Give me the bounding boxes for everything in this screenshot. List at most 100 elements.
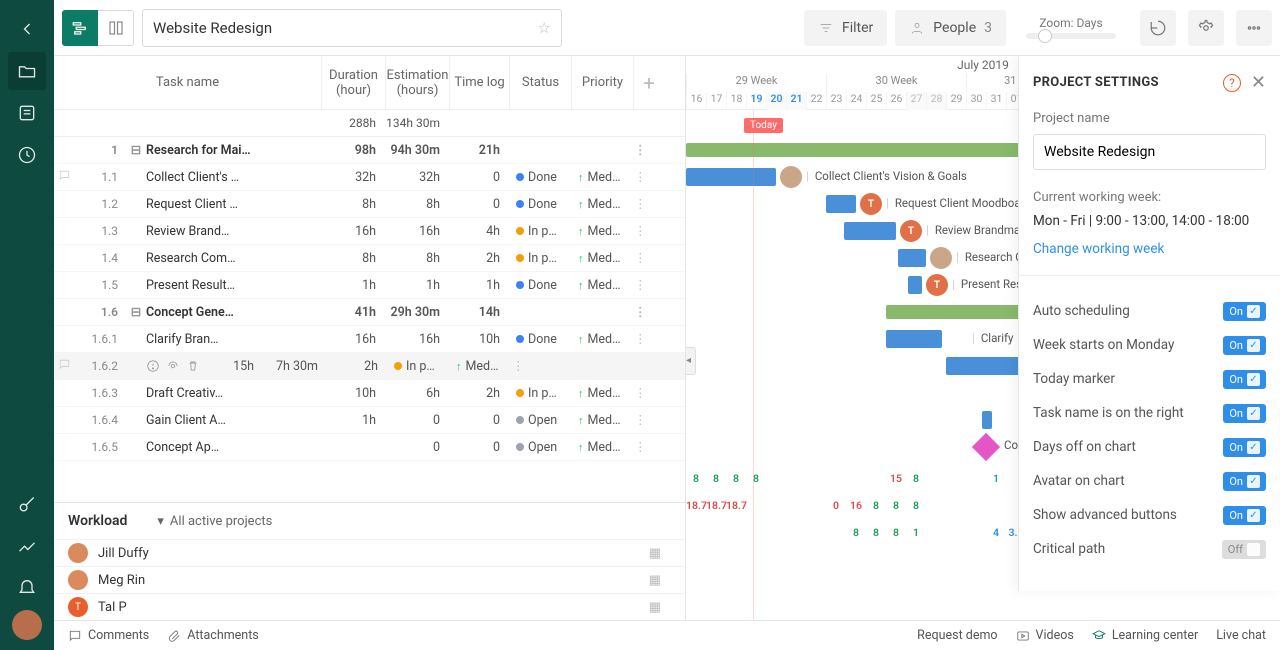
toggle-switch[interactable]: On✓ — [1223, 302, 1266, 321]
calendar-icon[interactable]: ▦ — [649, 600, 661, 615]
assignee-avatar[interactable] — [780, 166, 802, 188]
toggle-switch[interactable]: On✓ — [1223, 472, 1266, 491]
filter-button[interactable]: Filter — [804, 10, 887, 46]
task-status[interactable]: Done — [510, 170, 572, 185]
rail-clock-icon[interactable] — [8, 136, 46, 174]
col-timelog[interactable]: Time log — [450, 56, 510, 109]
footer-videos[interactable]: Videos — [1016, 628, 1074, 643]
calendar-icon[interactable]: ▦ — [649, 573, 661, 588]
row-menu-icon[interactable]: ⋮ — [634, 304, 654, 320]
tree-toggle-icon[interactable]: ⊟ — [126, 142, 146, 158]
task-status[interactable]: Open — [510, 440, 572, 455]
gantt-bar[interactable]: |Research Competitor — [898, 249, 926, 267]
row-menu-icon[interactable]: ⋮ — [634, 385, 654, 401]
view-gantt-button[interactable] — [62, 10, 98, 46]
history-icon[interactable] — [1140, 10, 1176, 46]
star-icon[interactable]: ☆ — [538, 19, 551, 37]
task-priority[interactable]: ↑ Med… — [572, 413, 634, 428]
task-row[interactable]: 1.5 Present Result… 1h 1h 1h Done ↑ Med…… — [54, 272, 685, 299]
toggle-switch[interactable]: On✓ — [1223, 438, 1266, 457]
task-priority[interactable]: ↑ Med… — [572, 386, 634, 401]
footer-learning[interactable]: Learning center — [1092, 628, 1198, 643]
collapse-grid-icon[interactable]: ◂ — [686, 347, 696, 375]
task-priority[interactable]: ↑ Med… — [572, 278, 634, 293]
zoom-control[interactable]: Zoom: Days — [1026, 16, 1116, 39]
workload-filter[interactable]: ▾ All active projects — [157, 514, 272, 529]
gantt-bar[interactable]: |Collect Client's Vision & Goals — [686, 168, 776, 186]
row-inline-controls[interactable] — [146, 359, 200, 373]
task-status[interactable]: Open — [510, 413, 572, 428]
col-status[interactable]: Status — [510, 56, 572, 109]
add-column-icon[interactable]: + — [634, 56, 664, 109]
task-row[interactable]: 1.6.1 Clarify Bran… 16h 16h 10h Done ↑ M… — [54, 326, 685, 353]
row-menu-icon[interactable]: ⋮ — [634, 223, 654, 239]
task-status[interactable]: In p… — [510, 251, 572, 266]
row-comment-icon[interactable] — [54, 169, 74, 186]
help-icon[interactable]: ? — [1223, 74, 1241, 92]
task-priority[interactable]: ↑ Med… — [572, 440, 634, 455]
people-button[interactable]: People 3 — [895, 10, 1006, 46]
footer-live-chat[interactable]: Live chat — [1216, 628, 1266, 643]
row-menu-icon[interactable]: ⋮ — [634, 250, 654, 266]
row-comment-icon[interactable] — [54, 358, 74, 375]
task-status[interactable]: Done — [510, 332, 572, 347]
task-status[interactable]: In p… — [388, 359, 450, 374]
view-board-button[interactable] — [98, 10, 134, 46]
toggle-switch[interactable]: Off — [1222, 540, 1266, 559]
task-row[interactable]: 1.3 Review Brand… 16h 16h 4h In p… ↑ Med… — [54, 218, 685, 245]
task-status[interactable]: In p… — [510, 224, 572, 239]
task-priority[interactable]: ↑ Med… — [572, 197, 634, 212]
tree-toggle-icon[interactable]: ⊟ — [126, 304, 146, 320]
task-status[interactable]: In p… — [510, 386, 572, 401]
rail-folder-icon[interactable] — [8, 52, 46, 90]
footer-comments[interactable]: Comments — [68, 628, 149, 643]
calendar-icon[interactable]: ▦ — [649, 546, 661, 561]
rail-analytics-icon[interactable] — [8, 528, 46, 566]
workload-row[interactable]: Meg Rin▦ — [54, 566, 685, 593]
col-estimation[interactable]: Estimation (hours) — [386, 56, 450, 109]
task-row[interactable]: 1.2 Request Client … 8h 8h 0 Done ↑ Med…… — [54, 191, 685, 218]
gantt-bar[interactable]: |Clarify — [886, 330, 942, 348]
gantt-bar[interactable]: T|Review Brandmarks of Cli — [844, 222, 896, 240]
task-row[interactable]: 1.6.2 15h 7h 30m 2h In p… ↑ Med… ⋮ — [54, 353, 685, 380]
toggle-switch[interactable]: On✓ — [1223, 336, 1266, 355]
rail-back-icon[interactable] — [8, 10, 46, 48]
workload-row[interactable]: TTal P▦ — [54, 593, 685, 620]
task-priority[interactable]: ↑ Med… — [572, 332, 634, 347]
assignee-avatar[interactable]: T — [926, 274, 948, 296]
row-menu-icon[interactable]: ⋮ — [634, 331, 654, 347]
task-priority[interactable]: ↑ Med… — [450, 359, 512, 374]
row-menu-icon[interactable]: ⋮ — [634, 169, 654, 185]
more-icon[interactable] — [1236, 10, 1272, 46]
project-name-input[interactable] — [1033, 134, 1266, 170]
assignee-avatar[interactable] — [930, 247, 952, 269]
toggle-switch[interactable]: On✓ — [1223, 506, 1266, 525]
assignee-avatar[interactable]: T — [900, 220, 922, 242]
task-row[interactable]: 1 ⊟ Research for Mai… 98h 94h 30m 21h ⋮ — [54, 137, 685, 164]
task-priority[interactable]: ↑ Med… — [572, 224, 634, 239]
gantt-bar[interactable]: T|Present Results of Resea — [908, 276, 922, 294]
change-week-link[interactable]: Change working week — [1033, 241, 1266, 257]
task-priority[interactable]: ↑ Med… — [572, 251, 634, 266]
task-status[interactable]: Done — [510, 197, 572, 212]
col-priority[interactable]: Priority — [572, 56, 634, 109]
task-row[interactable]: 1.6 ⊟ Concept Gene… 41h 29h 30m 14h ⋮ — [54, 299, 685, 326]
rail-key-icon[interactable] — [8, 486, 46, 524]
project-title-input[interactable]: Website Redesign ☆ — [142, 9, 562, 47]
row-menu-icon[interactable]: ⋮ — [634, 196, 654, 212]
row-menu-icon[interactable]: ⋮ — [634, 142, 654, 158]
toggle-switch[interactable]: On✓ — [1223, 370, 1266, 389]
rail-user-avatar[interactable] — [12, 610, 42, 640]
task-row[interactable]: 1.1 Collect Client's … 32h 32h 0 Done ↑ … — [54, 164, 685, 191]
col-duration[interactable]: Duration (hour) — [322, 56, 386, 109]
task-row[interactable]: 1.4 Research Com… 8h 8h 2h In p… ↑ Med… … — [54, 245, 685, 272]
gantt-bar[interactable]: T|Request Client Moodboard — [826, 195, 856, 213]
row-menu-icon[interactable]: ⋮ — [512, 358, 532, 374]
row-menu-icon[interactable]: ⋮ — [634, 412, 654, 428]
workload-row[interactable]: Jill Duffy▦ — [54, 539, 685, 566]
toggle-switch[interactable]: On✓ — [1223, 404, 1266, 423]
zoom-slider[interactable] — [1026, 33, 1116, 39]
task-status[interactable]: Done — [510, 278, 572, 293]
close-panel-icon[interactable]: ✕ — [1251, 72, 1266, 93]
task-row[interactable]: 1.6.5 Concept Ap… 0 0 Open ↑ Med… ⋮ — [54, 434, 685, 461]
